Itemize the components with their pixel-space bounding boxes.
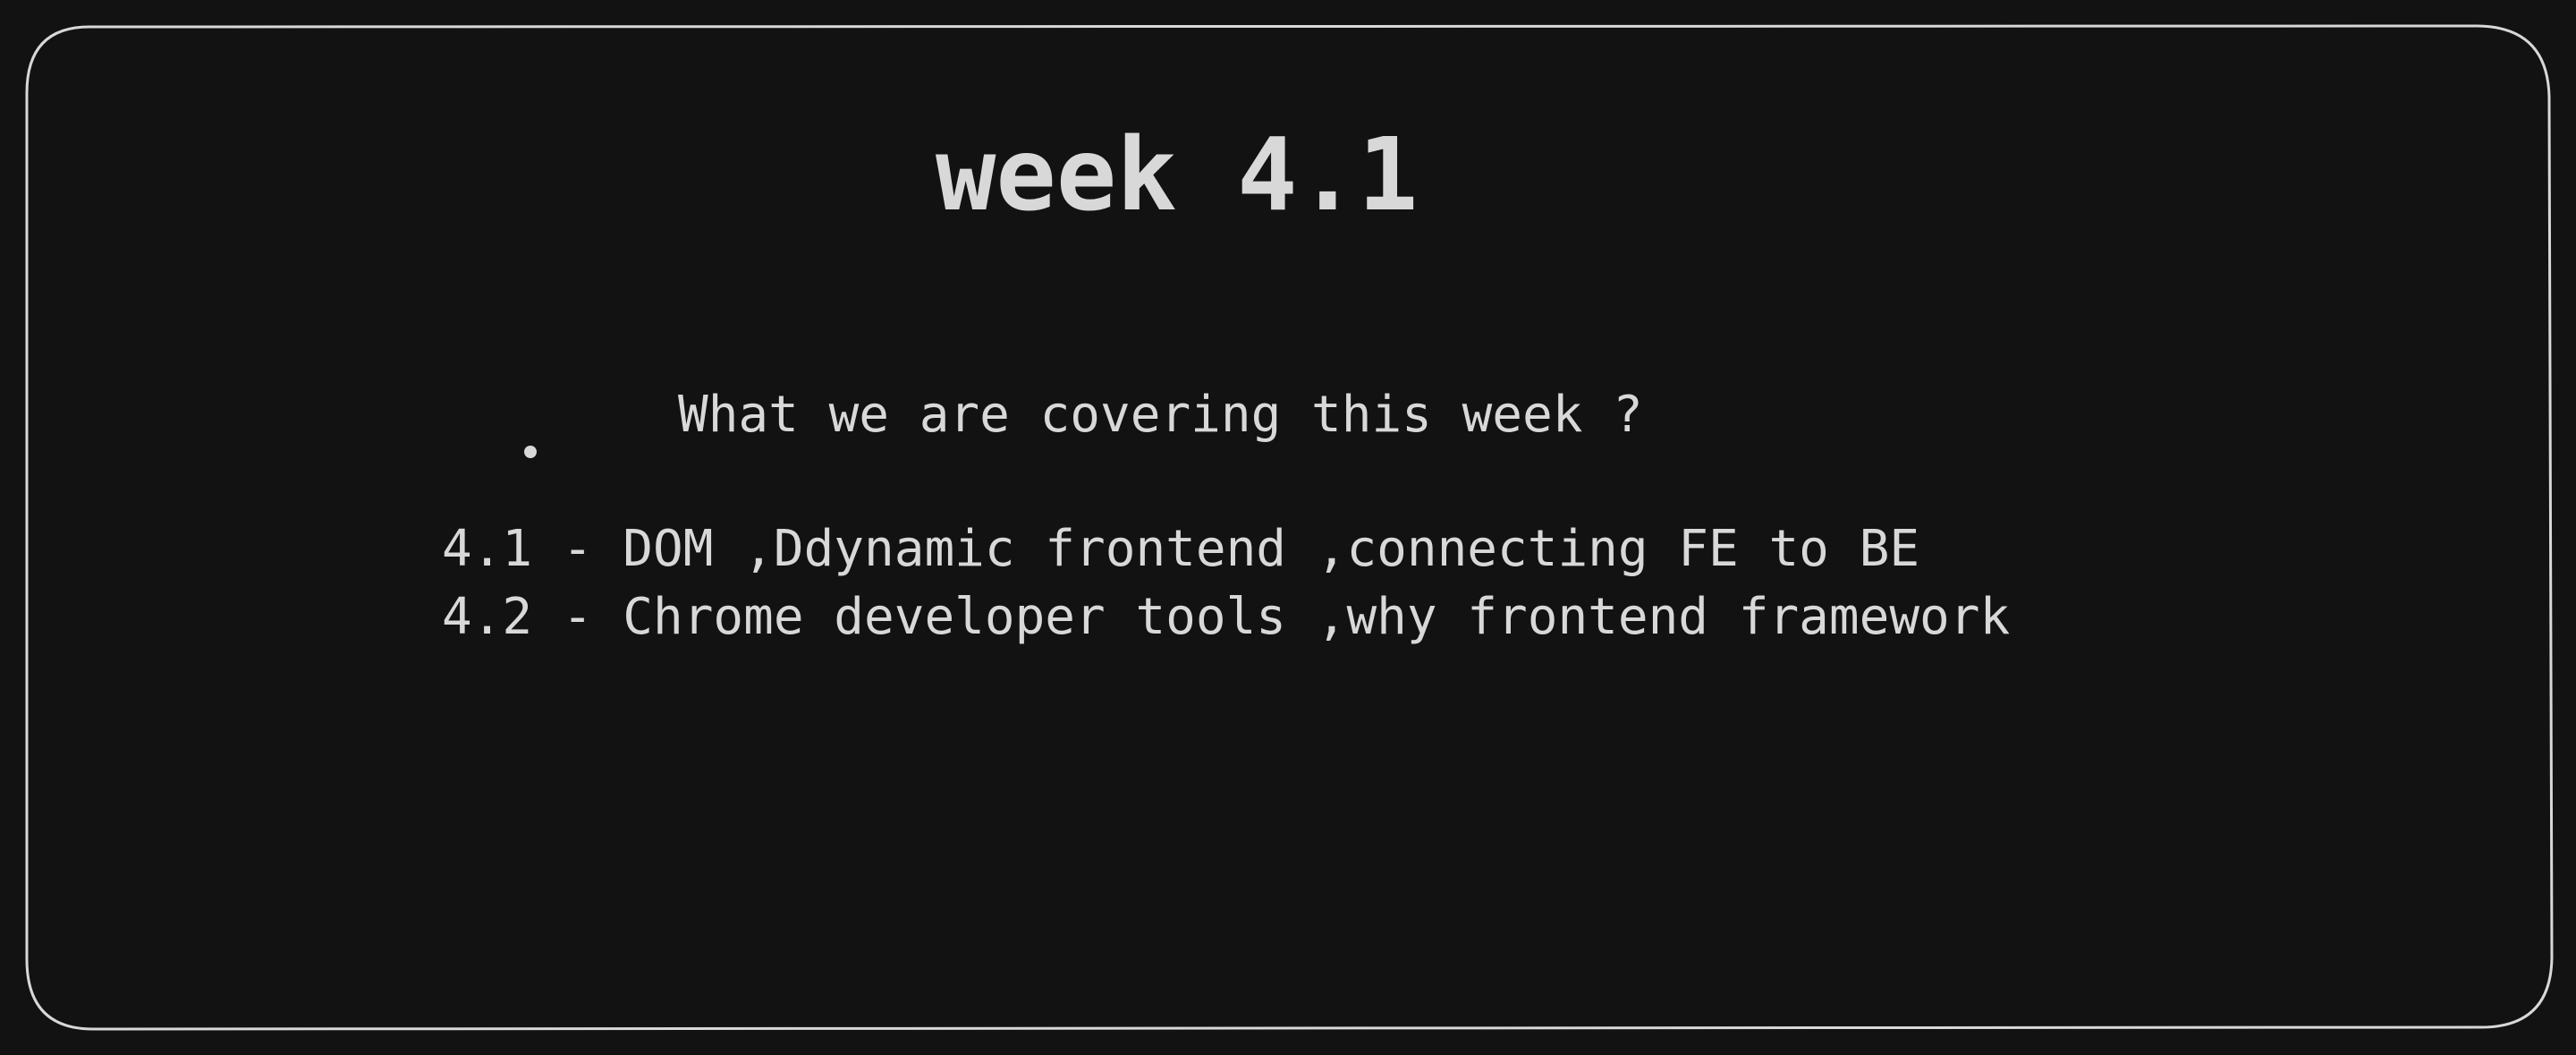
list-item: 4.1 - DOM ,Ddynamic frontend ,connecting… <box>442 520 1920 578</box>
list-item: 4.2 - Chrome developer tools ,why fronte… <box>442 588 2011 646</box>
whiteboard-canvas: week 4.1 What we are covering this week … <box>0 0 2576 1055</box>
bullet-dot <box>524 446 537 458</box>
page-title: week 4.1 <box>936 117 1419 234</box>
section-heading: What we are covering this week ? <box>678 386 1643 444</box>
